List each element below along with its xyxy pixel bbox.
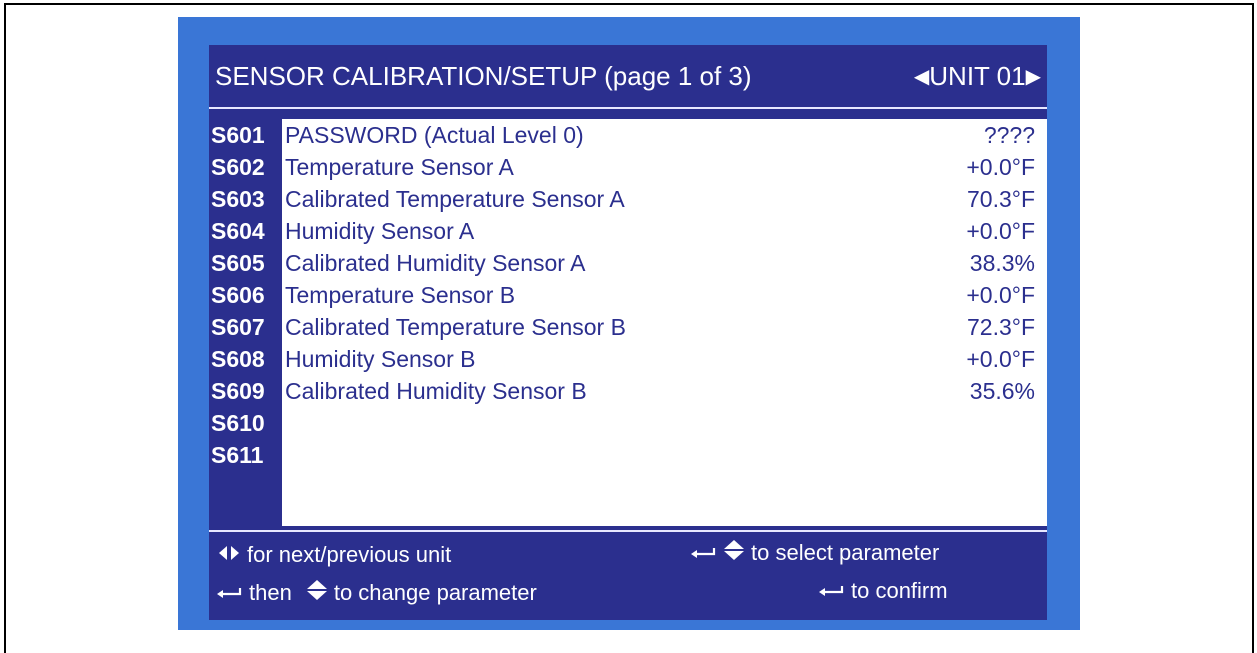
parameter-row[interactable]: S607 Calibrated Temperature Sensor B 72.…	[209, 313, 1047, 341]
parameter-row[interactable]: S602 Temperature Sensor A +0.0°F	[209, 153, 1047, 181]
parameter-value: +0.0°F	[966, 282, 1035, 308]
parameter-label: Temperature Sensor B	[285, 282, 516, 308]
parameter-code: S601	[211, 122, 265, 148]
parameter-label: Calibrated Humidity Sensor B	[285, 378, 587, 404]
parameter-value: ????	[983, 122, 1035, 148]
left-right-arrows-icon	[217, 542, 241, 568]
help-select-parameter: to select parameter	[689, 538, 939, 568]
unit-selector[interactable]: ◀ UNIT 01 ▶	[914, 61, 1041, 92]
parameter-row[interactable]: S609 Calibrated Humidity Sensor B 35.6%	[209, 377, 1047, 405]
panel-header: SENSOR CALIBRATION/SETUP (page 1 of 3) ◀…	[209, 45, 1047, 107]
parameter-code: S608	[211, 346, 265, 372]
parameter-label: PASSWORD (Actual Level 0)	[285, 122, 584, 148]
parameter-code: S607	[211, 314, 265, 340]
help-then-text: then	[249, 580, 292, 605]
parameter-label: Calibrated Temperature Sensor A	[285, 186, 625, 212]
parameter-label: Calibrated Humidity Sensor A	[285, 250, 586, 276]
parameter-label: Temperature Sensor A	[285, 154, 514, 180]
parameter-code: S603	[211, 186, 265, 212]
parameter-row[interactable]: S603 Calibrated Temperature Sensor A 70.…	[209, 185, 1047, 213]
parameter-label: Humidity Sensor A	[285, 218, 475, 244]
triangle-right-icon[interactable]: ▶	[1026, 64, 1041, 89]
parameter-row[interactable]: S604 Humidity Sensor A +0.0°F	[209, 217, 1047, 245]
help-confirm: to confirm	[817, 578, 948, 604]
parameter-label: Humidity Sensor B	[285, 346, 476, 372]
parameter-value: +0.0°F	[966, 154, 1035, 180]
parameter-list: S601 PASSWORD (Actual Level 0) ???? S602…	[209, 119, 1047, 526]
up-down-arrows-icon	[723, 538, 745, 568]
parameter-row[interactable]: S606 Temperature Sensor B +0.0°F	[209, 281, 1047, 309]
help-confirm-text: to confirm	[851, 578, 948, 603]
parameter-code: S604	[211, 218, 265, 244]
help-change-parameter: then to change parameter	[215, 578, 537, 608]
help-select-parameter-text: to select parameter	[751, 540, 940, 565]
help-next-prev: for next/previous unit	[217, 542, 451, 568]
parameter-row[interactable]: S608 Humidity Sensor B +0.0°F	[209, 345, 1047, 373]
parameter-value: +0.0°F	[966, 218, 1035, 244]
up-down-arrows-icon	[306, 578, 328, 608]
enter-icon	[689, 540, 717, 566]
sensor-calibration-panel: SENSOR CALIBRATION/SETUP (page 1 of 3) ◀…	[209, 45, 1047, 620]
controller-screen: SENSOR CALIBRATION/SETUP (page 1 of 3) ◀…	[178, 17, 1080, 630]
help-change-parameter-text: to change parameter	[333, 580, 537, 605]
parameter-code: S610	[211, 410, 265, 436]
parameter-row[interactable]: S601 PASSWORD (Actual Level 0) ????	[209, 121, 1047, 149]
key-help-footer: for next/previous unit to select paramet…	[209, 532, 1047, 620]
parameter-value: 70.3°F	[966, 186, 1035, 212]
page-title: SENSOR CALIBRATION/SETUP (page 1 of 3)	[215, 61, 752, 91]
parameter-row[interactable]: S610	[209, 409, 1047, 437]
parameter-value: +0.0°F	[966, 346, 1035, 372]
parameter-code: S606	[211, 282, 265, 308]
parameter-value: 38.3%	[969, 250, 1035, 276]
parameter-code: S605	[211, 250, 265, 276]
parameter-value: 35.6%	[969, 378, 1035, 404]
unit-label: UNIT 01	[929, 61, 1026, 91]
parameter-row[interactable]: S611	[209, 441, 1047, 469]
parameter-value: 72.3°F	[966, 314, 1035, 340]
triangle-left-icon[interactable]: ◀	[914, 64, 929, 89]
parameter-code: S611	[211, 442, 264, 468]
parameter-code: S602	[211, 154, 265, 180]
enter-icon	[215, 580, 243, 606]
parameter-label: Calibrated Temperature Sensor B	[285, 314, 626, 340]
parameter-code: S609	[211, 378, 265, 404]
header-divider	[209, 107, 1047, 109]
parameter-row[interactable]: S605 Calibrated Humidity Sensor A 38.3%	[209, 249, 1047, 277]
enter-icon	[817, 578, 845, 604]
help-next-prev-text: for next/previous unit	[247, 542, 452, 567]
